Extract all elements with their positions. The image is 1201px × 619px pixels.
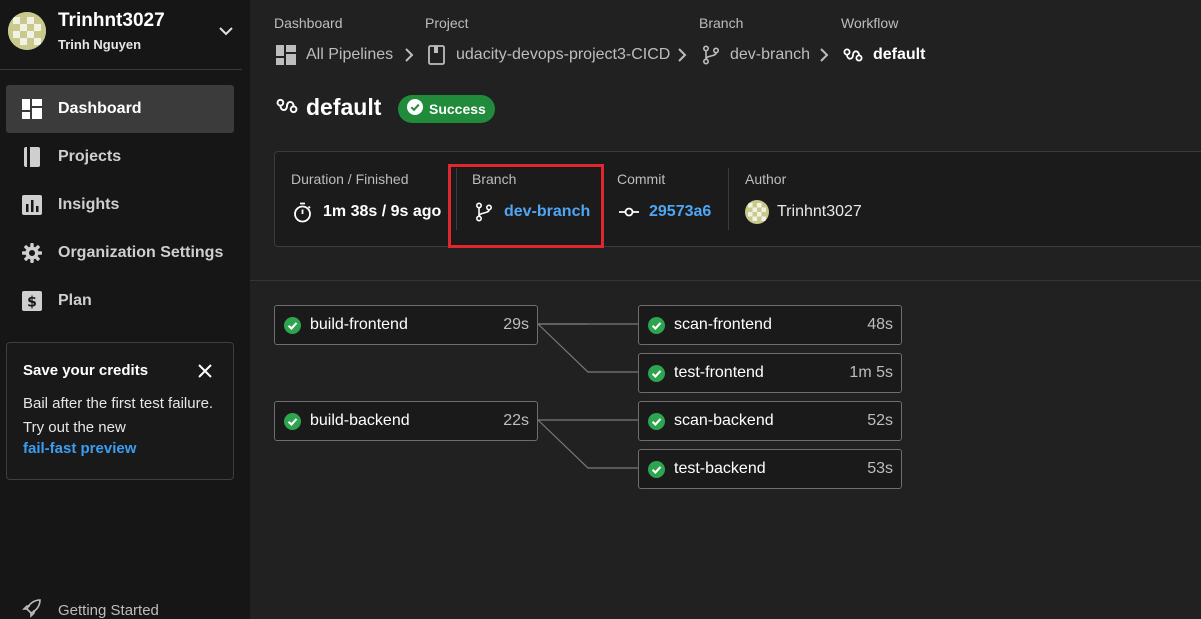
job-test-backend[interactable]: test-backend 53s [638,449,902,489]
check-circle-icon [648,460,665,478]
author-value: Trinhnt3027 [745,200,862,224]
divider [728,168,729,230]
breadcrumb-text: All Pipelines [306,46,394,63]
author-name: Trinhnt3027 [777,203,862,220]
divider [250,280,1201,281]
user-full-name: Trinh Nguyen [58,37,142,52]
sidebar-item-label: Dashboard [58,100,142,117]
svg-text:$: $ [27,295,37,311]
sidebar-item-dashboard[interactable]: Dashboard [6,85,234,133]
job-name: scan-frontend [674,316,772,333]
credits-title: Save your credits [23,362,149,379]
job-duration: 48s [867,316,893,333]
sidebar-item-label: Projects [58,148,122,165]
dollar-icon: $ [22,291,42,311]
sidebar-item-label: Insights [58,196,120,213]
dashboard-icon [22,99,42,119]
job-test-frontend[interactable]: test-frontend 1m 5s [638,353,902,393]
fail-fast-preview-link[interactable]: fail-fast preview [23,440,136,457]
sidebar-item-label: Organization Settings [58,244,224,261]
workflow-icon [276,96,298,121]
check-circle-icon [284,316,301,334]
sidebar-item-organization-settings[interactable]: Organization Settings [6,229,234,277]
sidebar-item-insights[interactable]: Insights [6,181,234,229]
sidebar: Trinhnt3027 Trinh Nguyen Dashboard Proje… [0,0,250,619]
chevron-right-icon [676,47,688,63]
job-name: test-backend [674,460,766,477]
job-scan-frontend[interactable]: scan-frontend 48s [638,305,902,345]
book-icon [22,147,42,167]
gear-icon [22,243,42,263]
check-circle-icon [407,98,423,120]
status-text: Success [429,101,486,117]
breadcrumb-label-workflow: Workflow [841,15,899,31]
breadcrumb-label-project: Project [425,15,469,31]
close-icon[interactable] [197,363,213,379]
sidebar-item-label: Plan [58,292,92,309]
job-build-backend[interactable]: build-backend 22s [274,401,538,441]
book-icon [428,45,446,65]
job-name: scan-backend [674,412,774,429]
check-circle-icon [284,412,301,430]
commit-icon [619,206,639,218]
branch-highlight-box [448,164,604,248]
page-title: default [306,94,382,120]
job-name: test-frontend [674,364,764,381]
job-name: build-frontend [310,316,408,333]
breadcrumb-label-branch: Branch [699,15,744,31]
commit-link[interactable]: 29573a6 [649,203,711,221]
breadcrumb-text: default [873,46,926,63]
dashboard-icon [276,45,296,65]
commit-value[interactable]: 29573a6 [619,202,711,222]
breadcrumb-project[interactable]: udacity-devops-project3-CICD [428,44,670,66]
duration-text: 1m 38s / 9s ago [323,203,442,220]
job-duration: 53s [867,460,893,477]
bar-chart-icon [22,195,42,215]
chevron-right-icon [818,47,830,63]
credits-body: Bail after the first test failure. Try o… [23,395,214,436]
avatar [745,200,769,224]
workflow-meta-panel [274,151,1201,247]
job-name: build-backend [310,412,410,429]
breadcrumb-all-pipelines[interactable]: All Pipelines [276,44,393,66]
duration-label: Duration / Finished [291,171,409,187]
check-circle-icon [648,316,665,334]
chevron-down-icon[interactable] [217,22,235,40]
status-badge: Success [398,95,495,123]
job-duration: 52s [867,412,893,429]
job-duration: 22s [503,412,529,429]
breadcrumb-label-dashboard: Dashboard [274,15,343,31]
branch-icon [702,45,720,65]
author-label: Author [745,171,787,187]
breadcrumb-workflow[interactable]: default [843,44,925,66]
duration-value: 1m 38s / 9s ago [292,202,441,222]
timer-icon [292,202,313,223]
breadcrumb-branch[interactable]: dev-branch [702,44,810,66]
workflow-icon [843,46,863,64]
job-duration: 1m 5s [849,364,893,381]
getting-started-label: Getting Started [58,602,159,619]
breadcrumb-text: dev-branch [730,46,811,63]
job-build-frontend[interactable]: build-frontend 29s [274,305,538,345]
avatar [8,12,46,50]
chevron-right-icon [403,47,415,63]
breadcrumb-text: udacity-devops-project3-CICD [456,46,671,63]
commit-label: Commit [617,171,666,187]
getting-started-link[interactable]: Getting Started [22,598,159,619]
job-duration: 29s [503,316,529,333]
save-credits-card: Save your credits Bail after the first t… [6,342,234,480]
check-circle-icon [648,412,665,430]
sidebar-item-plan[interactable]: $ Plan [6,277,234,325]
sidebar-item-projects[interactable]: Projects [6,133,234,181]
job-scan-backend[interactable]: scan-backend 52s [638,401,902,441]
user-username: Trinhnt3027 [58,10,165,31]
rocket-icon [22,598,42,619]
check-circle-icon [648,364,665,382]
user-menu[interactable]: Trinhnt3027 Trinh Nguyen [0,0,242,70]
